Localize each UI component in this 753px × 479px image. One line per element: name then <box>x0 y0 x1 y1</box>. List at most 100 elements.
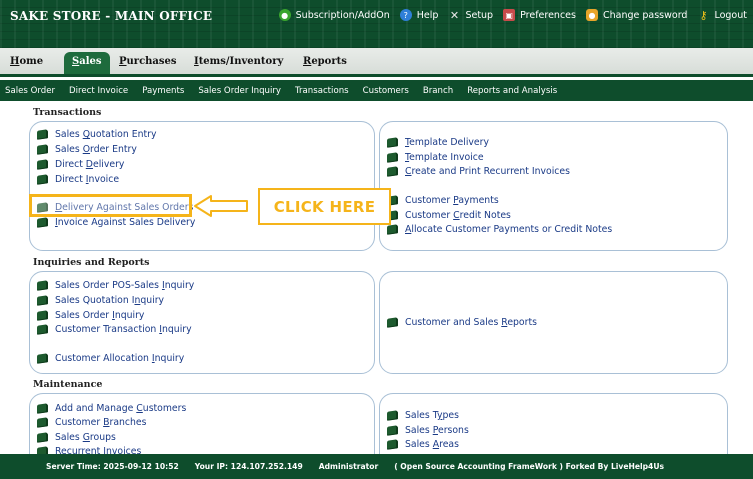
tab-sales-label: ales <box>79 56 102 67</box>
link-manage-customers[interactable]: Add and Manage Customers <box>37 403 186 414</box>
link-pos-sales-inquiry[interactable]: Sales Order POS-Sales Inquiry <box>37 280 194 291</box>
section-title-inquiries-reports: Inquiries and Reports <box>33 257 150 268</box>
link-recurrent-invoices[interactable]: Create and Print Recurrent Invoices <box>387 166 570 177</box>
preferences-link[interactable]: ▣ Preferences <box>503 9 576 21</box>
link-label: Allocate Customer Payments or Credit Not… <box>405 224 613 235</box>
header-links: ● Subscription/AddOn ? Help ✕ Setup ▣ Pr… <box>278 8 747 22</box>
book-icon <box>37 310 48 321</box>
link-label: Direct Delivery <box>55 159 125 170</box>
link-label: Sales Order Entry <box>55 144 137 155</box>
status-footer: Server Time: 2025-09-12 10:52 Your IP: 1… <box>0 454 753 479</box>
change-password-link[interactable]: ● Change password <box>585 9 688 21</box>
key-icon: ⚷ <box>699 8 708 22</box>
link-customer-allocation-inquiry[interactable]: Customer Allocation Inquiry <box>37 353 184 364</box>
book-icon <box>37 295 48 306</box>
subscription-label: Subscription/AddOn <box>295 9 390 21</box>
book-icon <box>37 280 48 291</box>
link-label: Sales Persons <box>405 425 469 436</box>
help-label: Help <box>416 9 439 21</box>
submenu-payments[interactable]: Payments <box>142 86 184 96</box>
tab-sales[interactable]: Sales <box>64 52 110 74</box>
help-icon: ? <box>399 9 412 21</box>
book-icon <box>387 166 398 177</box>
setup-label: Setup <box>465 9 494 21</box>
book-icon <box>37 353 48 364</box>
link-sales-order-entry[interactable]: Sales Order Entry <box>37 144 137 155</box>
link-label: Sales Order POS-Sales Inquiry <box>55 280 195 291</box>
left-arrow-icon <box>194 195 248 217</box>
link-label: Sales Quotation Inquiry <box>55 295 165 306</box>
book-icon <box>37 417 48 428</box>
book-icon <box>37 129 48 140</box>
logout-label: Logout <box>714 9 747 21</box>
tab-purchases-label: urchases <box>126 56 177 67</box>
submenu-direct-invoice[interactable]: Direct Invoice <box>69 86 128 96</box>
book-icon <box>387 317 398 328</box>
link-label: Sales Order Inquiry <box>55 310 145 321</box>
tab-home[interactable]: Home <box>10 56 43 67</box>
link-direct-invoice[interactable]: Direct Invoice <box>37 174 119 185</box>
link-sales-order-inquiry[interactable]: Sales Order Inquiry <box>37 310 144 321</box>
tab-reports-label: eports <box>311 56 347 67</box>
link-sales-groups[interactable]: Sales Groups <box>37 432 116 443</box>
link-customer-payments[interactable]: Customer Payments <box>387 195 499 206</box>
link-sales-quotation-entry[interactable]: Sales Quotation Entry <box>37 129 156 140</box>
company-title: SAKE STORE - MAIN OFFICE <box>10 9 213 23</box>
globe-icon: ● <box>278 9 291 21</box>
tab-purchases[interactable]: Purchases <box>119 56 177 67</box>
tab-items-inventory[interactable]: Items/Inventory <box>194 56 283 67</box>
logout-link[interactable]: ⚷ Logout <box>697 8 747 22</box>
link-sales-areas[interactable]: Sales Areas <box>387 439 459 450</box>
link-customer-transaction-inquiry[interactable]: Customer Transaction Inquiry <box>37 324 192 335</box>
book-icon <box>37 159 48 170</box>
submenu-sales-order-inquiry[interactable]: Sales Order Inquiry <box>198 86 281 96</box>
book-icon <box>37 144 48 155</box>
link-label: Customer and Sales Reports <box>405 317 537 328</box>
submenu-transactions[interactable]: Transactions <box>295 86 349 96</box>
link-customer-credit-notes[interactable]: Customer Credit Notes <box>387 210 511 221</box>
link-customer-sales-reports[interactable]: Customer and Sales Reports <box>387 317 537 328</box>
client-ip: Your IP: 124.107.252.149 <box>194 462 303 471</box>
link-label: Create and Print Recurrent Invoices <box>405 166 570 177</box>
link-template-invoice[interactable]: Template Invoice <box>387 152 484 163</box>
book-icon <box>387 152 398 163</box>
preferences-label: Preferences <box>520 9 576 21</box>
help-link[interactable]: ? Help <box>399 9 439 21</box>
submenu-sales-order[interactable]: Sales Order <box>5 86 55 96</box>
click-here-callout: CLICK HERE <box>258 188 391 225</box>
link-sales-persons[interactable]: Sales Persons <box>387 425 469 436</box>
link-allocate-customer-payments[interactable]: Allocate Customer Payments or Credit Not… <box>387 224 612 235</box>
tab-purchases-accesskey: P <box>119 56 127 67</box>
link-label: Template Invoice <box>405 152 484 163</box>
server-time: Server Time: 2025-09-12 10:52 <box>46 462 179 471</box>
link-template-delivery[interactable]: Template Delivery <box>387 137 489 148</box>
submenu-branch[interactable]: Branch <box>423 86 453 96</box>
footer-credit: ( Open Source Accounting FrameWork ) For… <box>394 462 665 471</box>
lock-icon: ● <box>585 9 598 21</box>
book-icon <box>387 439 398 450</box>
link-label: Template Delivery <box>405 137 489 148</box>
change-password-label: Change password <box>602 9 688 21</box>
link-label: Direct Invoice <box>55 174 120 185</box>
submenu-customers[interactable]: Customers <box>363 86 409 96</box>
book-icon <box>387 224 398 235</box>
link-sales-types[interactable]: Sales Types <box>387 410 459 421</box>
transactions-left-panel <box>29 121 375 251</box>
book-icon <box>37 403 48 414</box>
link-sales-quotation-inquiry[interactable]: Sales Quotation Inquiry <box>37 295 164 306</box>
subscription-link[interactable]: ● Subscription/AddOn <box>278 9 390 21</box>
link-label: Sales Groups <box>55 432 116 443</box>
setup-link[interactable]: ✕ Setup <box>448 8 494 22</box>
current-user: Administrator <box>318 462 379 471</box>
submenu-reports-analysis[interactable]: Reports and Analysis <box>467 86 557 96</box>
tab-reports[interactable]: Reports <box>303 56 347 67</box>
section-title-transactions: Transactions <box>33 107 102 118</box>
link-label: Add and Manage Customers <box>55 403 187 414</box>
link-customer-branches[interactable]: Customer Branches <box>37 417 147 428</box>
link-invoice-against-sales-delivery[interactable]: Invoice Against Sales Delivery <box>37 217 195 228</box>
book-icon <box>387 410 398 421</box>
book-icon <box>37 324 48 335</box>
highlight-box <box>29 194 192 217</box>
tools-icon: ✕ <box>449 8 460 22</box>
link-direct-delivery[interactable]: Direct Delivery <box>37 159 124 170</box>
